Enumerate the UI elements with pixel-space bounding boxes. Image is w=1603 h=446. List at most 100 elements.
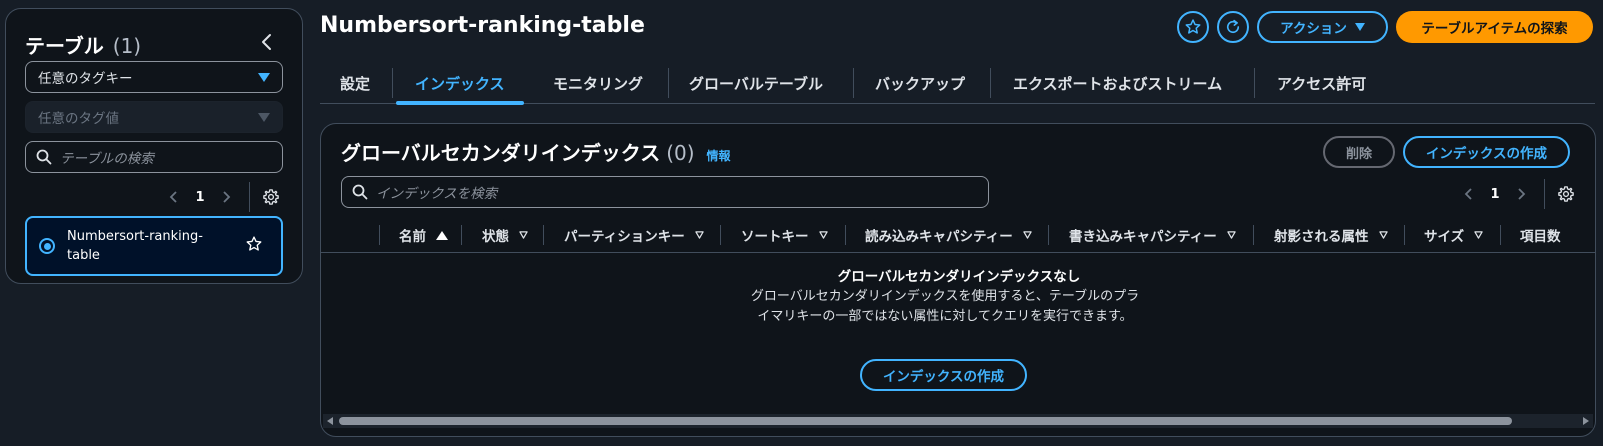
sort-ascending-icon <box>436 230 448 240</box>
panel-title: グローバルセカンダリインデックス (0) 情報 <box>341 137 731 166</box>
tab-label: エクスポートおよびストリーム <box>1013 74 1223 93</box>
tab-exports-and-streams[interactable]: エクスポートおよびストリーム <box>1013 62 1222 104</box>
horizontal-scrollbar[interactable] <box>323 414 1593 428</box>
column-divider <box>845 225 846 245</box>
explore-table-items-label: テーブルアイテムの探索 <box>1421 21 1568 37</box>
sidebar-title-text: テーブル <box>25 34 104 58</box>
star-icon <box>1185 19 1201 34</box>
index-search-placeholder: インデックスを検索 <box>376 186 498 202</box>
tab-divider <box>990 68 991 98</box>
preferences-button[interactable] <box>260 186 282 208</box>
chevron-left-icon <box>262 34 271 50</box>
favorite-button[interactable] <box>1177 11 1209 43</box>
table-list-item[interactable]: Numbersort-ranking-table <box>25 216 283 276</box>
explore-table-items-button[interactable]: テーブルアイテムの探索 <box>1396 11 1593 43</box>
column-header-label: 名前 <box>399 229 426 245</box>
sort-down-icon <box>1474 231 1483 239</box>
column-header-name[interactable]: 名前 <box>399 217 448 253</box>
tab-indexes[interactable]: インデックス <box>396 62 524 105</box>
column-header-write-capacity[interactable]: 書き込みキャパシティー <box>1069 217 1236 253</box>
column-header-status[interactable]: 状態 <box>482 217 528 253</box>
sidebar-table-count: (1) <box>112 34 142 58</box>
caret-down-icon <box>1354 23 1365 31</box>
tab-global-tables[interactable]: グローバルテーブル <box>689 62 823 104</box>
tab-label: アクセス許可 <box>1277 74 1367 93</box>
preferences-button[interactable] <box>1555 183 1577 205</box>
panel-title-text: グローバルセカンダリインデックス <box>341 141 661 165</box>
column-header-read-capacity[interactable]: 読み込みキャパシティー <box>865 217 1032 253</box>
chevron-left-icon <box>1464 188 1472 200</box>
table-search-input[interactable]: テーブルの検索 <box>25 141 283 173</box>
tables-sidebar: テーブル (1) 任意のタグキー 任意のタグ値 テーブルの検索 1 Number… <box>5 8 303 284</box>
actions-label: アクション <box>1280 21 1347 37</box>
column-divider <box>543 225 544 245</box>
tab-monitoring[interactable]: モニタリング <box>553 62 643 104</box>
scroll-right-arrow-icon[interactable] <box>1583 417 1589 425</box>
scroll-left-arrow-icon[interactable] <box>327 417 333 425</box>
column-divider <box>720 225 721 245</box>
radio-selected-icon[interactable] <box>39 238 55 254</box>
gear-icon <box>1558 186 1574 202</box>
create-index-label: インデックスの作成 <box>1425 146 1548 162</box>
gsi-panel: グローバルセカンダリインデックス (0) 情報 削除 インデックスの作成 インデ… <box>320 123 1596 437</box>
tab-bar: 設定 インデックス モニタリング グローバルテーブル バックアップ エクスポート… <box>320 62 1595 105</box>
sidebar-title: テーブル (1) <box>25 30 141 59</box>
tag-key-select[interactable]: 任意のタグキー <box>25 61 283 93</box>
favorite-table-button[interactable] <box>245 235 263 257</box>
column-header-label: サイズ <box>1424 229 1465 245</box>
current-page-number[interactable]: 1 <box>1482 187 1508 202</box>
index-count: (0) <box>666 141 695 165</box>
tag-key-select-value: 任意のタグキー <box>38 71 133 87</box>
index-search-input[interactable]: インデックスを検索 <box>341 176 989 208</box>
empty-state-title: グローバルセカンダリインデックスなし <box>837 269 1081 285</box>
tag-value-select-value: 任意のタグ値 <box>38 111 119 127</box>
empty-state-create-index-button[interactable]: インデックスの作成 <box>860 359 1027 391</box>
index-table-header: 名前 状態 パーティションキー ソートキー 読み込みキャパシティー 書き込みキャ… <box>321 217 1595 253</box>
chevron-right-icon <box>1518 188 1526 200</box>
tab-label: インデックス <box>415 74 505 93</box>
column-divider <box>1253 225 1254 245</box>
column-header-label: 読み込みキャパシティー <box>865 229 1013 245</box>
index-pagination: 1 <box>1456 179 1577 209</box>
pagination-divider <box>249 182 250 212</box>
previous-page-button[interactable] <box>161 184 187 210</box>
column-header-partition-key[interactable]: パーティションキー <box>564 217 704 253</box>
column-header-item-count[interactable]: 項目数 <box>1520 217 1561 253</box>
column-header-label: 書き込みキャパシティー <box>1069 229 1217 245</box>
delete-index-label: 削除 <box>1345 146 1372 162</box>
actions-dropdown-button[interactable]: アクション <box>1257 11 1388 43</box>
search-icon <box>352 184 368 200</box>
column-header-sort-key[interactable]: ソートキー <box>741 217 828 253</box>
tab-backups[interactable]: バックアップ <box>875 62 965 104</box>
collapse-sidebar-button[interactable] <box>258 31 276 53</box>
delete-index-button[interactable]: 削除 <box>1323 136 1395 168</box>
caret-down-icon <box>258 72 270 82</box>
chevron-left-icon <box>169 191 177 203</box>
column-divider <box>1500 225 1501 245</box>
column-header-projected-attributes[interactable]: 射影される属性 <box>1274 217 1388 253</box>
tab-divider <box>392 68 393 98</box>
refresh-icon <box>1226 19 1240 34</box>
tab-label: モニタリング <box>553 74 644 93</box>
sort-down-icon <box>1378 231 1388 239</box>
tab-label: バックアップ <box>875 74 966 93</box>
column-divider <box>1404 225 1405 245</box>
info-link[interactable]: 情報 <box>707 147 731 164</box>
scrollbar-thumb[interactable] <box>339 417 1512 425</box>
caret-down-icon <box>258 112 270 122</box>
current-page-number[interactable]: 1 <box>187 190 213 205</box>
create-index-button[interactable]: インデックスの作成 <box>1403 136 1570 168</box>
refresh-button[interactable] <box>1217 11 1249 43</box>
sort-down-icon <box>695 231 704 239</box>
column-header-label: パーティションキー <box>564 229 685 245</box>
previous-page-button[interactable] <box>1456 181 1482 207</box>
column-header-label: 状態 <box>482 229 509 245</box>
column-header-size[interactable]: サイズ <box>1424 217 1483 253</box>
search-icon <box>36 149 52 165</box>
next-page-button[interactable] <box>213 184 239 210</box>
tab-settings[interactable]: 設定 <box>340 62 370 104</box>
next-page-button[interactable] <box>1508 181 1534 207</box>
column-header-label: 射影される属性 <box>1274 229 1369 245</box>
column-header-label: ソートキー <box>741 229 809 245</box>
tab-permissions[interactable]: アクセス許可 <box>1277 62 1366 104</box>
